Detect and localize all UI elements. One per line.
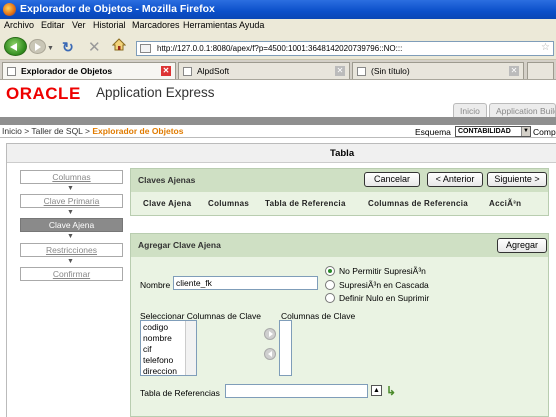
url-bar[interactable]: http://127.0.0.1:8080/apex/f?p=4500:1001… [136, 41, 554, 56]
divider [0, 137, 556, 138]
radio-label: SupresiÃ³n en Cascada [339, 280, 429, 290]
comp-label: Comp [533, 127, 556, 137]
wizard-step-clave-ajena: Clave Ajena [20, 218, 123, 232]
tab-label: (Sin título) [371, 66, 410, 76]
cancel-button[interactable]: Cancelar [364, 172, 420, 187]
tab-application-builder[interactable]: Application Build [489, 103, 556, 118]
nombre-label: Nombre [140, 280, 171, 290]
column-header-columnas: Columnas [208, 199, 250, 208]
step-arrow-icon: ▼ [67, 233, 74, 240]
wizard-step-confirmar[interactable]: Confirmar [20, 267, 123, 281]
wizard-step-restricciones[interactable]: Restricciones [20, 243, 123, 257]
reload-icon[interactable]: ↻ [62, 39, 74, 56]
history-dropdown-icon[interactable]: ▼ [47, 45, 54, 52]
menu-ayuda[interactable]: Ayuda [239, 20, 264, 30]
breadcrumb-current: Explorador de Objetos [92, 126, 184, 136]
schema-select[interactable]: CONTABILIDAD ▼ [455, 126, 531, 137]
menu-archivo[interactable]: Archivo [4, 20, 34, 30]
browser-tab-explorador[interactable]: Explorador de Objetos ✕ [2, 62, 176, 79]
page-icon [357, 67, 366, 76]
schema-label: Esquema [415, 127, 451, 137]
nombre-input[interactable]: cliente_fk [173, 276, 318, 290]
add-button[interactable]: Agregar [497, 238, 547, 253]
move-left-icon[interactable] [264, 348, 276, 360]
column-header-columnas-referencia: Columnas de Referencia [368, 199, 468, 208]
radio-no-permitir[interactable] [325, 266, 335, 276]
breadcrumb-inicio[interactable]: Inicio [2, 126, 22, 136]
navigation-toolbar: ▼ ↻ ✕ http://127.0.0.1:8080/apex/f?p=450… [0, 33, 556, 60]
oracle-logo: ORACLE [6, 84, 81, 103]
panel-header [7, 144, 556, 163]
step-arrow-icon: ▼ [67, 209, 74, 216]
home-icon[interactable] [112, 38, 126, 51]
column-header-clave-ajena: Clave Ajena [143, 199, 192, 208]
step-arrow-icon: ▼ [67, 258, 74, 265]
menu-editar[interactable]: Editar [41, 20, 65, 30]
browser-tab-sin-titulo[interactable]: (Sin título) ✕ [352, 62, 524, 79]
close-tab-icon[interactable]: ✕ [161, 66, 171, 76]
radio-definir-nulo[interactable] [325, 293, 335, 303]
ref-table-label: Tabla de Referencias [140, 388, 220, 398]
go-arrow-icon[interactable]: ↳ [386, 384, 396, 398]
key-columns-list[interactable] [279, 320, 292, 376]
radio-cascada[interactable] [325, 280, 335, 290]
column-header-accion: AcciÃ³n [489, 199, 522, 208]
panel-title: Tabla [330, 148, 355, 159]
menu-bar: Archivo Editar Ver Historial Marcadores … [0, 19, 556, 33]
lov-up-icon[interactable]: ▲ [371, 385, 382, 396]
menu-ver[interactable]: Ver [72, 20, 86, 30]
menu-herramientas[interactable]: Herramientas [183, 20, 237, 30]
region-title: Claves Ajenas [138, 175, 196, 185]
app-title: Application Express [96, 85, 215, 100]
radio-label: Definir Nulo en Suprimir [339, 293, 430, 303]
tab-inicio[interactable]: Inicio [453, 103, 487, 118]
list-scrollbar[interactable] [185, 321, 196, 375]
browser-tab-strip: Explorador de Objetos ✕ AlpdSoft ✕ (Sin … [0, 60, 556, 80]
tab-label: Explorador de Objetos [21, 66, 113, 76]
page-icon [140, 44, 151, 53]
menu-marcadores[interactable]: Marcadores [132, 20, 180, 30]
ref-table-input[interactable] [225, 384, 368, 398]
previous-button[interactable]: < Anterior [427, 172, 483, 187]
window-title-bar: Explorador de Objetos - Mozilla Firefox [0, 0, 556, 19]
url-text: http://127.0.0.1:8080/apex/f?p=4500:1001… [157, 44, 403, 53]
move-right-icon[interactable] [264, 328, 276, 340]
new-tab-button[interactable] [527, 62, 554, 79]
forward-button[interactable] [29, 39, 46, 54]
key-columns-label: Columnas de Clave [281, 311, 356, 321]
header-divider [0, 117, 556, 125]
chevron-down-icon: ▼ [521, 127, 530, 136]
stop-icon[interactable]: ✕ [88, 38, 101, 56]
browser-tab-alpdsoft[interactable]: AlpdSoft ✕ [178, 62, 350, 79]
back-button[interactable] [4, 37, 27, 56]
region-title: Agregar Clave Ajena [138, 240, 221, 250]
window-title: Explorador de Objetos - Mozilla Firefox [20, 3, 215, 15]
page-icon [7, 67, 16, 76]
bookmark-star-icon[interactable]: ☆ [541, 42, 550, 53]
close-tab-icon[interactable]: ✕ [509, 66, 519, 76]
tab-label: AlpdSoft [197, 66, 230, 76]
page-icon [183, 67, 192, 76]
breadcrumb: Inicio > Taller de SQL > Explorador de O… [2, 126, 184, 136]
wizard-step-clave-primaria[interactable]: Clave Primaria [20, 194, 123, 208]
column-header-tabla-referencia: Tabla de Referencia [265, 199, 346, 208]
firefox-icon [3, 3, 16, 16]
menu-historial[interactable]: Historial [93, 20, 126, 30]
step-arrow-icon: ▼ [67, 185, 74, 192]
close-tab-icon[interactable]: ✕ [335, 66, 345, 76]
radio-label: No Permitir SupresiÃ³n [339, 266, 426, 276]
next-button[interactable]: Siguiente > [487, 172, 547, 187]
breadcrumb-taller-sql[interactable]: Taller de SQL [31, 126, 82, 136]
wizard-step-columnas[interactable]: Columnas [20, 170, 123, 184]
